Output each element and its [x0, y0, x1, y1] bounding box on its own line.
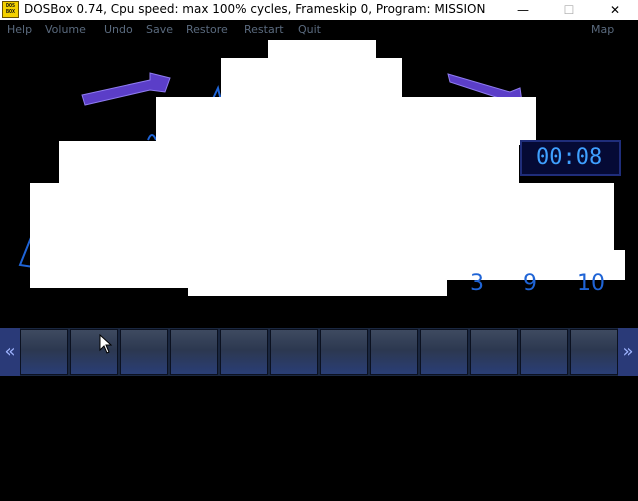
toolbar-slot[interactable] — [270, 329, 318, 375]
redacted-block — [221, 58, 402, 100]
toolbar-slot[interactable] — [170, 329, 218, 375]
toolbar-slot[interactable] — [570, 329, 618, 375]
mouse-cursor-icon — [99, 334, 113, 354]
redacted-block — [188, 276, 447, 296]
dosbox-app-icon: DOS BOX — [2, 1, 19, 18]
inventory-toolbar: « » — [0, 328, 638, 376]
menu-help[interactable]: Help — [7, 23, 32, 36]
menu-undo[interactable]: Undo — [104, 23, 133, 36]
empty-area — [0, 376, 638, 501]
toolbar-slot[interactable] — [220, 329, 268, 375]
slot-number-label: 9 — [523, 271, 537, 296]
small-blue-curve — [147, 134, 157, 141]
redacted-block — [30, 183, 614, 253]
toolbar-slot[interactable] — [470, 329, 518, 375]
window-titlebar: DOS BOX DOSBox 0.74, Cpu speed: max 100%… — [0, 0, 638, 20]
toolbar-slot[interactable] — [520, 329, 568, 375]
toolbar-slot[interactable] — [420, 329, 468, 375]
slot-number-label: 10 — [577, 271, 605, 296]
menu-restart[interactable]: Restart — [244, 23, 284, 36]
menu-volume[interactable]: Volume — [45, 23, 86, 36]
slot-number-label: 3 — [470, 271, 484, 296]
game-scene[interactable]: 00:08 3 9 10 — [0, 40, 638, 328]
toolbar-slot[interactable] — [370, 329, 418, 375]
window-title: DOSBox 0.74, Cpu speed: max 100% cycles,… — [24, 2, 486, 16]
mission-timer: 00:08 — [520, 140, 621, 176]
menu-restore[interactable]: Restore — [186, 23, 228, 36]
menu-save[interactable]: Save — [146, 23, 173, 36]
close-button[interactable]: ✕ — [592, 0, 638, 20]
redacted-block — [156, 97, 536, 145]
menu-quit[interactable]: Quit — [298, 23, 321, 36]
scroll-right-button[interactable]: » — [618, 328, 638, 376]
redacted-block — [59, 141, 519, 186]
game-menu-bar: Help Volume Undo Save Restore Restart Qu… — [0, 20, 638, 40]
redacted-block — [30, 276, 190, 288]
minimize-button[interactable]: — — [500, 0, 546, 20]
menu-map[interactable]: Map — [591, 23, 614, 36]
toolbar-slot[interactable] — [320, 329, 368, 375]
toolbar-slot[interactable] — [20, 329, 68, 375]
maximize-button[interactable]: ☐ — [546, 0, 592, 20]
toolbar-slot[interactable] — [120, 329, 168, 375]
scroll-left-button[interactable]: « — [0, 328, 20, 376]
